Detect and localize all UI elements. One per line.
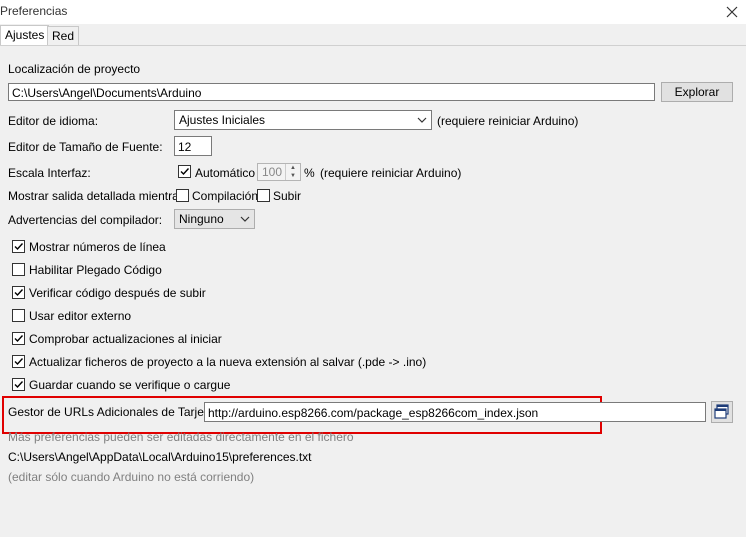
verbose-compile-checkbox[interactable]: [176, 189, 189, 202]
verbose-upload-checkbox[interactable]: [257, 189, 270, 202]
checkmark-icon: [14, 381, 24, 389]
spinner-arrows[interactable]: ▲ ▼: [285, 164, 300, 180]
window-icon: [714, 404, 729, 419]
option-label: Verificar código después de subir: [29, 286, 206, 300]
sketchbook-path-input[interactable]: C:\Users\Angel\Documents\Arduino: [8, 83, 655, 101]
option-checkbox[interactable]: [12, 332, 25, 345]
tab-red[interactable]: Red: [47, 26, 80, 45]
browse-button[interactable]: Explorar: [661, 82, 733, 102]
chevron-down-icon: [417, 117, 427, 123]
scale-unit: %: [304, 166, 315, 180]
option-checkbox[interactable]: [12, 378, 25, 391]
option-label: Guardar cuando se verifique o cargue: [29, 378, 231, 392]
warnings-select[interactable]: Ninguno: [174, 209, 255, 229]
verbose-upload-label: Subir: [273, 189, 302, 203]
option-label: Actualizar ficheros de proyecto a la nue…: [29, 355, 427, 369]
scale-spinner[interactable]: 100 ▲ ▼: [257, 163, 301, 181]
font-size-label: Editor de Tamaño de Fuente:: [8, 140, 163, 154]
language-note: (requiere reiniciar Arduino): [437, 114, 579, 128]
option-checkbox[interactable]: [12, 263, 25, 276]
edit-note: (editar sólo cuando Arduino no está corr…: [8, 470, 255, 484]
edit-urls-button[interactable]: [711, 401, 733, 423]
font-size-input[interactable]: 12: [174, 136, 212, 156]
boards-url-input[interactable]: http://arduino.esp8266.com/package_esp82…: [204, 402, 706, 422]
more-prefs-text: Más preferencias pueden ser editadas dir…: [8, 430, 354, 444]
language-label: Editor de idioma:: [8, 114, 99, 128]
prefs-file-path: C:\Users\Angel\AppData\Local\Arduino15\p…: [8, 450, 312, 464]
option-label: Habilitar Plegado Código: [29, 263, 162, 277]
option-checkbox[interactable]: [12, 309, 25, 322]
warnings-label: Advertencias del compilador:: [8, 213, 163, 227]
title-bar: [0, 0, 746, 24]
verbose-compile-label: Compilación: [192, 189, 259, 203]
language-select[interactable]: Ajustes Iniciales: [174, 110, 432, 130]
tab-ajustes[interactable]: Ajustes: [0, 25, 50, 46]
option-checkbox[interactable]: [12, 240, 25, 253]
language-value: Ajustes Iniciales: [179, 113, 266, 127]
option-label: Mostrar números de línea: [29, 240, 166, 254]
checkmark-icon: [14, 289, 24, 297]
checkmark-icon: [14, 335, 24, 343]
chevron-down-icon: [240, 216, 250, 222]
scale-note: (requiere reiniciar Arduino): [320, 166, 462, 180]
option-checkbox[interactable]: [12, 286, 25, 299]
scale-label: Escala Interfaz:: [8, 166, 91, 180]
boards-url-label: Gestor de URLs Adicionales de Tarjetas:: [8, 405, 224, 419]
sketchbook-label: Localización de proyecto: [8, 62, 141, 76]
option-label: Usar editor externo: [29, 309, 132, 323]
window-title: Preferencias: [0, 4, 68, 18]
checkmark-icon: [180, 168, 190, 176]
auto-scale-checkbox[interactable]: [178, 165, 191, 178]
checkmark-icon: [14, 243, 24, 251]
close-icon[interactable]: [723, 3, 741, 21]
scale-value: 100: [261, 165, 282, 179]
spin-down-icon[interactable]: ▼: [286, 172, 300, 180]
verbose-label: Mostrar salida detallada mientras:: [8, 189, 189, 203]
option-label: Comprobar actualizaciones al iniciar: [29, 332, 222, 346]
warnings-value: Ninguno: [179, 212, 224, 226]
spin-up-icon[interactable]: ▲: [286, 164, 300, 172]
auto-scale-label: Automático: [195, 166, 256, 180]
option-checkbox[interactable]: [12, 355, 25, 368]
checkmark-icon: [14, 358, 24, 366]
